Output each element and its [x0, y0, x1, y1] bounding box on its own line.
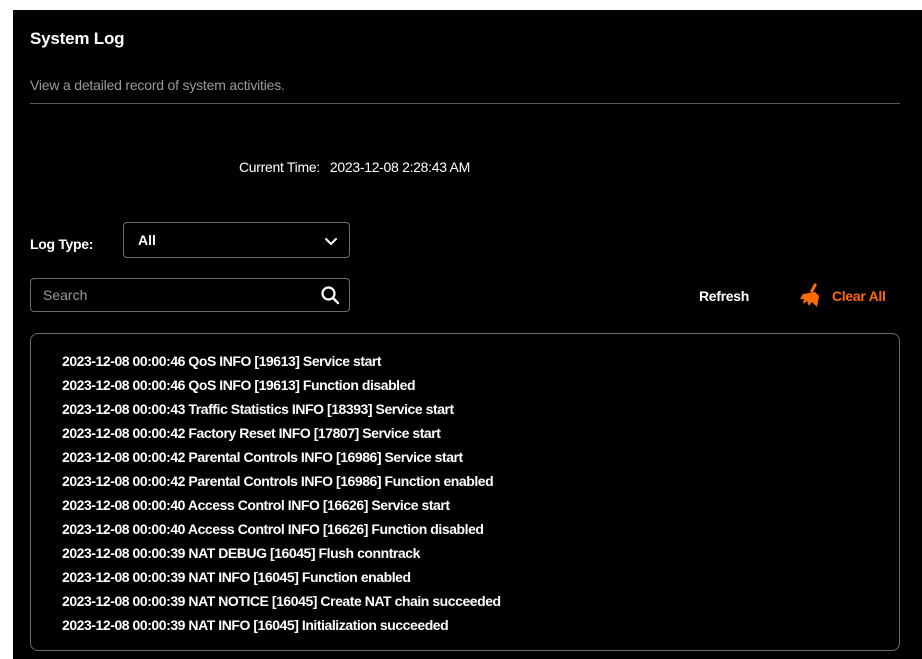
log-entry: 2023-12-08 00:00:40 Access Control INFO …: [62, 521, 484, 537]
log-entry: 2023-12-08 00:00:39 NAT NOTICE [16045] C…: [62, 593, 501, 609]
log-entry: 2023-12-08 00:00:42 Parental Controls IN…: [62, 449, 463, 465]
refresh-button[interactable]: Refresh: [699, 288, 749, 304]
page-description: View a detailed record of system activit…: [30, 77, 285, 93]
system-log-panel: System Log View a detailed record of sys…: [13, 10, 922, 659]
search-icon[interactable]: [320, 285, 340, 305]
log-entry: 2023-12-08 00:00:42 Factory Reset INFO […: [62, 425, 441, 441]
log-entry: 2023-12-08 00:00:46 QoS INFO [19613] Ser…: [62, 353, 382, 369]
search-box: [30, 278, 350, 312]
log-list: 2023-12-08 00:00:46 QoS INFO [19613] Ser…: [31, 334, 899, 637]
log-type-select[interactable]: All: [123, 222, 350, 258]
log-type-label: Log Type:: [30, 236, 94, 252]
search-input[interactable]: [43, 284, 303, 306]
log-entry: 2023-12-08 00:00:39 NAT INFO [16045] Ini…: [62, 617, 449, 633]
log-entry: 2023-12-08 00:00:46 QoS INFO [19613] Fun…: [62, 377, 416, 393]
log-entry: 2023-12-08 00:00:39 NAT DEBUG [16045] Fl…: [62, 545, 420, 561]
log-entry: 2023-12-08 00:00:40 Access Control INFO …: [62, 497, 450, 513]
current-time-label: Current Time:: [239, 159, 320, 175]
log-list-container[interactable]: 2023-12-08 00:00:46 QoS INFO [19613] Ser…: [30, 333, 900, 651]
page-title: System Log: [30, 29, 125, 48]
broom-icon: [800, 283, 819, 307]
chevron-down-icon: [325, 238, 337, 245]
clear-all-label: Clear All: [832, 288, 886, 304]
log-entry: 2023-12-08 00:00:42 Parental Controls IN…: [62, 473, 494, 489]
log-type-selected-value: All: [138, 232, 156, 248]
log-entry: 2023-12-08 00:00:43 Traffic Statistics I…: [62, 401, 454, 417]
current-time: Current Time: 2023-12-08 2:28:43 AM: [239, 159, 470, 175]
log-entry: 2023-12-08 00:00:39 NAT INFO [16045] Fun…: [62, 569, 411, 585]
divider: [30, 103, 900, 104]
current-time-value: 2023-12-08 2:28:43 AM: [329, 159, 470, 175]
